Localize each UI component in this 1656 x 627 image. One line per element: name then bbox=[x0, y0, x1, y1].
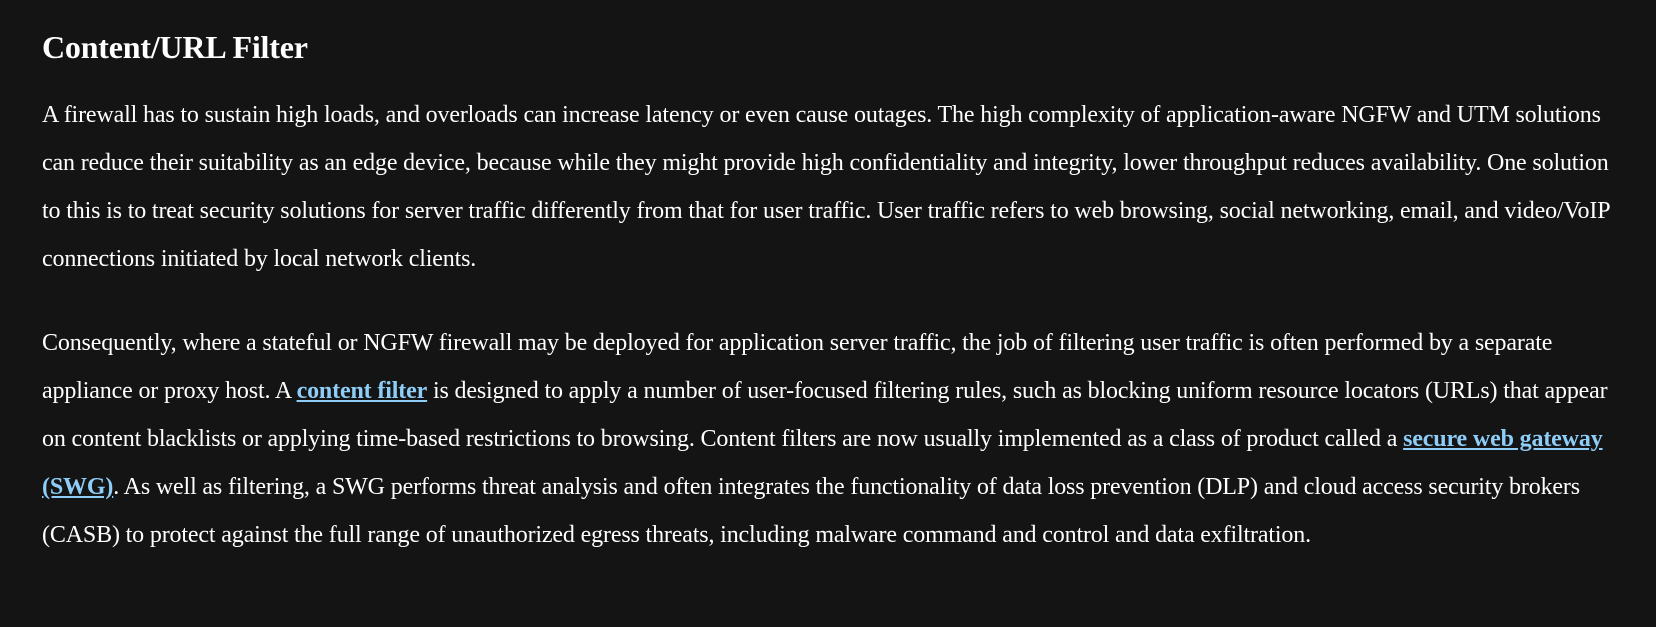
content-filter-link[interactable]: content filter bbox=[297, 378, 428, 404]
page-content: Content/URL Filter A firewall has to sus… bbox=[0, 0, 1656, 559]
paragraph-text-segment: . As well as filtering, a SWG performs t… bbox=[42, 474, 1580, 548]
paragraph-intro: A firewall has to sustain high loads, an… bbox=[42, 102, 1610, 272]
paragraph-content-filters: Consequently, where a stateful or NGFW f… bbox=[42, 319, 1616, 559]
page-title: Content/URL Filter bbox=[42, 29, 308, 65]
